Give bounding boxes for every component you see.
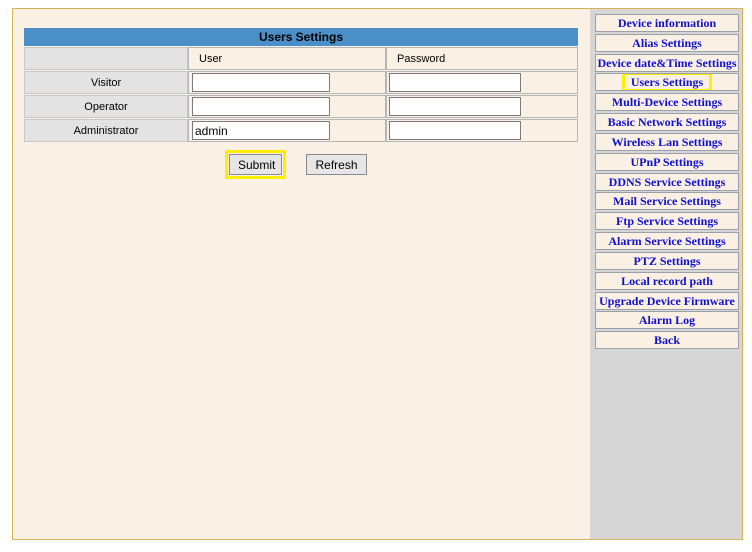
sidebar-item-label: Upgrade Device Firmware bbox=[599, 293, 735, 308]
sidebar-item-label: Wireless Lan Settings bbox=[611, 134, 723, 149]
submit-button[interactable]: Submit bbox=[225, 150, 286, 179]
table-title: Users Settings bbox=[24, 28, 578, 46]
sidebar-item-alarm-service-settings[interactable]: Alarm Service Settings bbox=[595, 232, 739, 251]
sidebar-item-label: Mail Service Settings bbox=[613, 194, 721, 209]
table-row-visitor: Visitor bbox=[24, 71, 578, 94]
refresh-button[interactable]: Refresh bbox=[306, 154, 367, 175]
sidebar-item-label: Ftp Service Settings bbox=[616, 214, 718, 229]
operator-password-input[interactable] bbox=[389, 97, 521, 116]
sidebar-item-label: DDNS Service Settings bbox=[608, 174, 726, 189]
table-row-operator: Operator bbox=[24, 95, 578, 118]
sidebar-item-mail-service-settings[interactable]: Mail Service Settings bbox=[595, 192, 739, 211]
visitor-password-cell bbox=[386, 71, 578, 94]
sidebar-item-alarm-log[interactable]: Alarm Log bbox=[595, 311, 739, 330]
sidebar-item-label: Multi-Device Settings bbox=[611, 95, 723, 110]
visitor-user-input[interactable] bbox=[192, 73, 330, 92]
sidebar-item-ftp-service-settings[interactable]: Ftp Service Settings bbox=[595, 212, 739, 231]
sidebar-item-label: Users Settings bbox=[621, 74, 713, 91]
sidebar-item-basic-network-settings[interactable]: Basic Network Settings bbox=[595, 113, 739, 132]
sidebar-item-label: Alarm Service Settings bbox=[608, 234, 726, 249]
sidebar-item-label: Device information bbox=[617, 16, 717, 30]
sidebar: Device information Alias Settings Device… bbox=[590, 9, 742, 539]
sidebar-item-label: Basic Network Settings bbox=[607, 115, 727, 130]
sidebar-item-label: Alarm Log bbox=[638, 313, 696, 328]
sidebar-item-label: PTZ Settings bbox=[633, 253, 701, 268]
column-header-user: User bbox=[188, 47, 386, 70]
main-panel: Users Settings User Password Visitor Ope… bbox=[13, 9, 590, 539]
header-blank-cell bbox=[24, 47, 188, 70]
sidebar-item-local-record-path[interactable]: Local record path bbox=[595, 271, 739, 290]
administrator-user-cell bbox=[188, 119, 386, 142]
sidebar-nav: Device information Alias Settings Device… bbox=[595, 14, 739, 351]
form-buttons: Submit Refresh bbox=[225, 150, 367, 179]
row-label-visitor: Visitor bbox=[24, 71, 188, 94]
sidebar-item-ptz-settings[interactable]: PTZ Settings bbox=[595, 251, 739, 270]
administrator-user-input[interactable] bbox=[192, 121, 330, 140]
table-row-administrator: Administrator bbox=[24, 119, 578, 142]
column-header-password: Password bbox=[386, 47, 578, 70]
sidebar-item-upgrade-device-firmware[interactable]: Upgrade Device Firmware bbox=[595, 291, 739, 310]
sidebar-item-users-settings[interactable]: Users Settings bbox=[595, 73, 739, 92]
users-settings-table: Users Settings User Password Visitor Ope… bbox=[24, 28, 578, 142]
row-label-administrator: Administrator bbox=[24, 119, 188, 142]
administrator-password-cell bbox=[386, 119, 578, 142]
operator-password-cell bbox=[386, 95, 578, 118]
table-header-row: User Password bbox=[24, 47, 578, 70]
sidebar-item-back[interactable]: Back bbox=[595, 331, 739, 350]
settings-frame: Users Settings User Password Visitor Ope… bbox=[12, 8, 743, 540]
sidebar-item-device-information[interactable]: Device information bbox=[595, 14, 739, 32]
row-label-operator: Operator bbox=[24, 95, 188, 118]
sidebar-item-label: Back bbox=[653, 333, 680, 348]
sidebar-item-label: Alias Settings bbox=[632, 35, 702, 50]
sidebar-item-label: Device date&Time Settings bbox=[597, 55, 737, 70]
administrator-password-input[interactable] bbox=[389, 121, 521, 140]
visitor-password-input[interactable] bbox=[389, 73, 521, 92]
operator-user-input[interactable] bbox=[192, 97, 330, 116]
sidebar-item-date-time-settings[interactable]: Device date&Time Settings bbox=[595, 53, 739, 72]
operator-user-cell bbox=[188, 95, 386, 118]
sidebar-item-ddns-service-settings[interactable]: DDNS Service Settings bbox=[595, 172, 739, 191]
sidebar-item-upnp-settings[interactable]: UPnP Settings bbox=[595, 152, 739, 171]
sidebar-item-multi-device-settings[interactable]: Multi-Device Settings bbox=[595, 93, 739, 112]
sidebar-item-label: Local record path bbox=[621, 273, 713, 288]
sidebar-item-alias-settings[interactable]: Alias Settings bbox=[595, 33, 739, 52]
sidebar-item-label: UPnP Settings bbox=[630, 154, 704, 169]
visitor-user-cell bbox=[188, 71, 386, 94]
sidebar-item-wireless-lan-settings[interactable]: Wireless Lan Settings bbox=[595, 132, 739, 151]
